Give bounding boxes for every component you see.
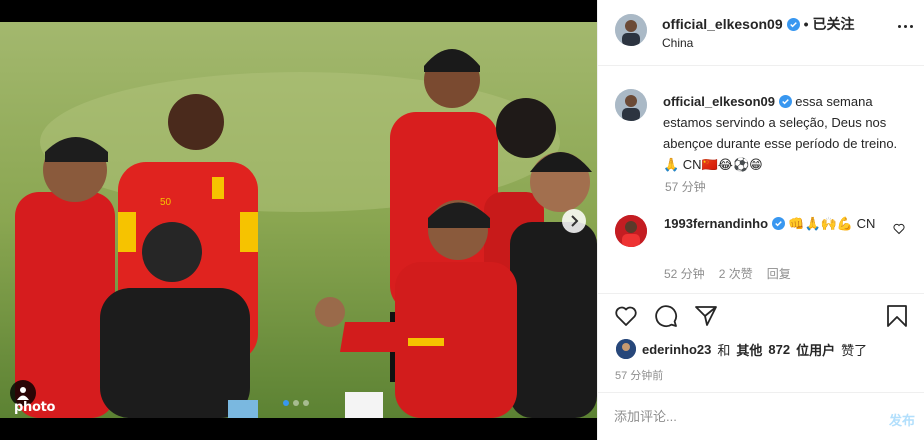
caption-time: 57 分钟	[665, 180, 706, 194]
action-icons	[614, 304, 718, 328]
avatar-image	[615, 89, 647, 121]
avatar-image	[615, 14, 647, 46]
liker-avatar[interactable]	[616, 339, 636, 359]
bookmark-icon	[887, 305, 907, 327]
author-username[interactable]: official_elkeson09	[662, 16, 783, 32]
comment-meta: 52 分钟 2 次赞 回复	[664, 265, 791, 282]
paper-plane-icon	[695, 306, 717, 326]
post-comment-button[interactable]: 发布	[889, 410, 915, 429]
verified-badge-icon	[771, 217, 785, 230]
post-photo[interactable]: 50	[0, 22, 597, 418]
caption-text: official_elkeson09 essa semana estamos s…	[663, 91, 903, 175]
watermark-text: photo	[14, 400, 56, 415]
carousel-dot	[283, 400, 289, 406]
person-icon	[17, 387, 29, 400]
comment-likes-button[interactable]: 2 次赞	[719, 265, 753, 282]
avatar-image	[616, 339, 636, 359]
caption-username[interactable]: official_elkeson09	[663, 94, 775, 109]
carousel-next-button[interactable]	[562, 209, 586, 233]
commenter-avatar[interactable]	[615, 215, 647, 247]
iphoto-watermark: photo	[14, 400, 55, 415]
comment-body: 👊🙏🙌💪 CN	[788, 216, 876, 231]
comment-input[interactable]	[614, 409, 854, 424]
comment-username[interactable]: 1993fernandinho	[664, 216, 768, 231]
post-details-panel: official_elkeson09 • 已关注 China official_…	[597, 0, 924, 440]
comments-list: official_elkeson09 essa semana estamos s…	[598, 67, 924, 293]
avatar-image	[615, 215, 647, 247]
separator-dot: •	[803, 16, 809, 32]
following-button[interactable]: 已关注	[813, 14, 855, 34]
comment-button[interactable]	[654, 304, 678, 328]
likes-summary: ederinho23 和 其他 872 位用户 赞了	[616, 339, 867, 359]
caption-avatar[interactable]	[615, 89, 647, 121]
likes-username[interactable]: ederinho23	[642, 342, 711, 357]
comment-like-heart-icon[interactable]	[893, 223, 905, 235]
post-actions: ederinho23 和 其他 872 位用户 赞了 57 分钟前	[598, 293, 924, 393]
comment-reply-button[interactable]: 回复	[767, 265, 791, 282]
post-timestamp: 57 分钟前	[615, 370, 664, 382]
share-button[interactable]	[694, 304, 718, 328]
post-header: official_elkeson09 • 已关注 China	[598, 0, 924, 66]
comment-bubble-icon	[655, 305, 678, 328]
verified-badge-icon	[778, 95, 792, 108]
carousel-dot	[303, 400, 309, 406]
heart-icon	[615, 306, 637, 326]
photo-image: 50	[0, 22, 597, 418]
likes-count[interactable]: 872	[768, 342, 790, 357]
likes-others-label[interactable]: 其他	[736, 340, 762, 359]
carousel-indicator	[283, 400, 309, 406]
location-link[interactable]: China	[662, 36, 693, 50]
header-user-row: official_elkeson09 • 已关注	[662, 14, 855, 34]
svg-text:50: 50	[160, 197, 172, 208]
likes-suffix[interactable]: 位用户	[796, 340, 835, 359]
verified-badge-icon	[786, 17, 800, 31]
add-comment-section: 发布	[598, 392, 924, 440]
comment-text: 1993fernandinho 👊🙏🙌💪 CN	[664, 214, 889, 234]
likes-verb: 赞了	[841, 342, 868, 358]
carousel-dot	[293, 400, 299, 406]
chevron-right-icon	[571, 215, 579, 227]
likes-conj: 和	[717, 342, 731, 358]
like-button[interactable]	[614, 304, 638, 328]
comment-time: 52 分钟	[664, 267, 705, 281]
author-avatar[interactable]	[615, 14, 647, 46]
save-button[interactable]	[885, 304, 909, 328]
post-media: 50 photo	[0, 0, 597, 440]
more-options-icon[interactable]	[898, 25, 913, 28]
